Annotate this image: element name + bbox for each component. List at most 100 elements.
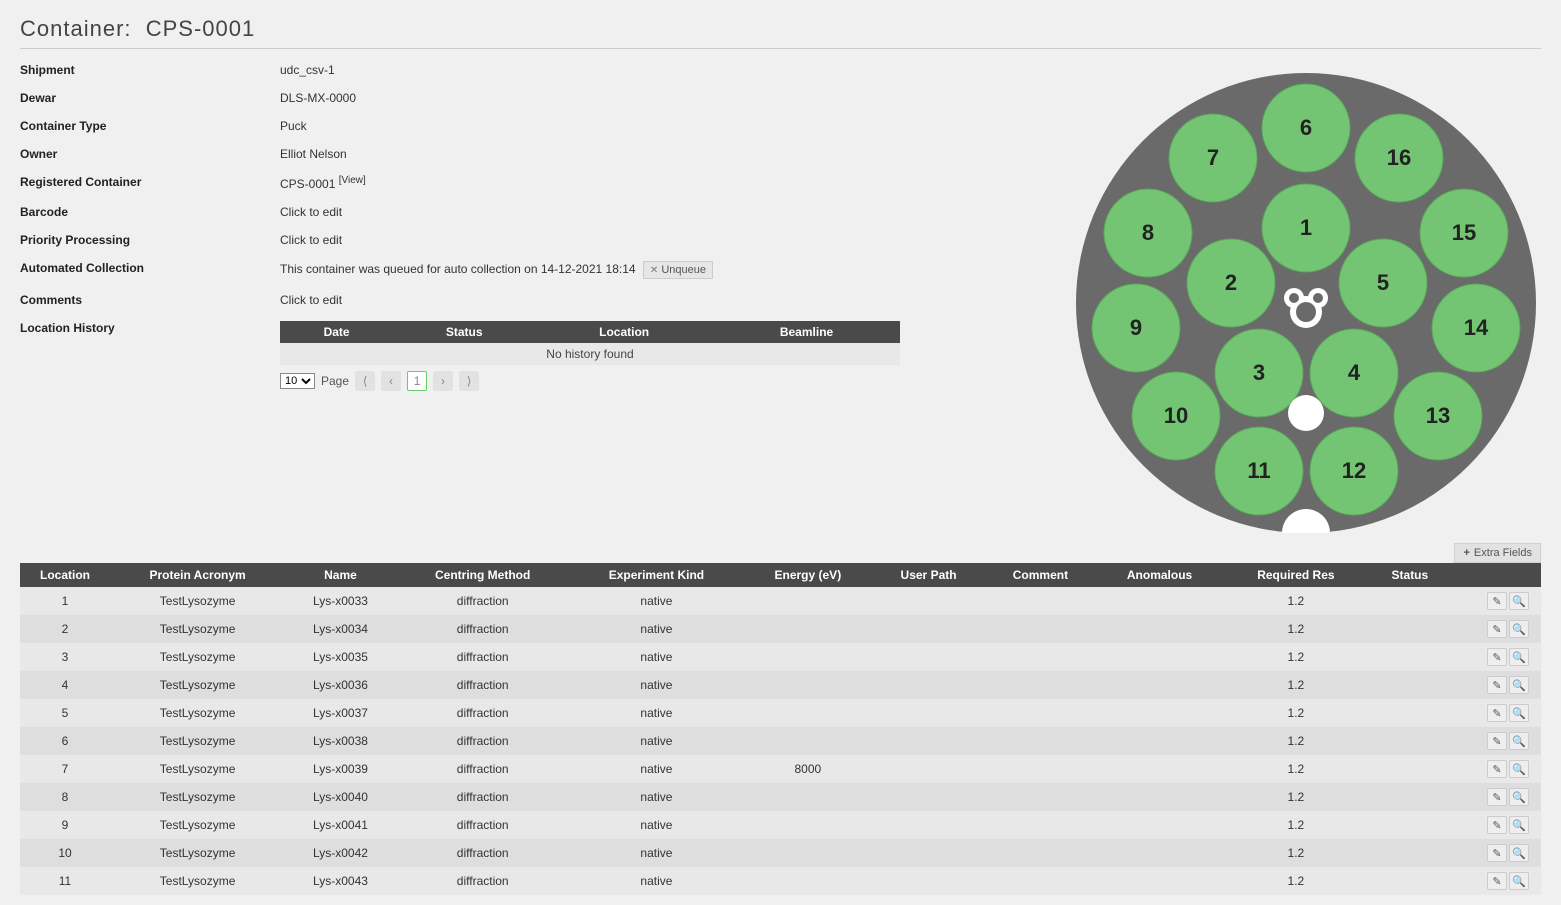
svg-text:6: 6 — [1300, 115, 1312, 140]
puck-well[interactable]: 11 — [1215, 427, 1303, 515]
pager-last-button[interactable]: ⟩ — [459, 371, 479, 391]
puck-well[interactable]: 14 — [1432, 284, 1520, 372]
puck-well[interactable]: 3 — [1215, 329, 1303, 417]
view-button[interactable]: 🔍 — [1509, 592, 1529, 610]
puck-well[interactable]: 13 — [1394, 372, 1482, 460]
table-cell: diffraction — [396, 699, 570, 727]
svg-text:15: 15 — [1452, 220, 1476, 245]
table-row[interactable]: 8TestLysozymeLys-x0040diffractionnative1… — [20, 783, 1541, 811]
edit-button[interactable]: ✎ — [1487, 620, 1507, 638]
table-cell — [1096, 783, 1223, 811]
value-shipment[interactable]: udc_csv-1 — [280, 63, 1051, 77]
table-cell — [743, 587, 872, 615]
actions-cell: ✎🔍 — [1451, 755, 1541, 783]
puck-well[interactable]: 10 — [1132, 372, 1220, 460]
view-button[interactable]: 🔍 — [1509, 788, 1529, 806]
puck-well[interactable]: 1 — [1262, 184, 1350, 272]
samples-header: Anomalous — [1096, 563, 1223, 587]
history-header: Beamline — [713, 321, 900, 343]
puck-well[interactable]: 2 — [1187, 239, 1275, 327]
edit-button[interactable]: ✎ — [1487, 592, 1507, 610]
puck-well[interactable]: 4 — [1310, 329, 1398, 417]
page-size-select[interactable]: 10 — [280, 373, 315, 389]
value-barcode[interactable]: Click to edit — [280, 205, 1051, 219]
table-row[interactable]: 9TestLysozymeLys-x0041diffractionnative1… — [20, 811, 1541, 839]
label-shipment: Shipment — [20, 63, 280, 77]
table-cell — [872, 783, 984, 811]
view-button[interactable]: 🔍 — [1509, 648, 1529, 666]
edit-button[interactable]: ✎ — [1487, 844, 1507, 862]
puck-well[interactable]: 7 — [1169, 114, 1257, 202]
samples-header: Energy (eV) — [743, 563, 872, 587]
puck-well[interactable]: 15 — [1420, 189, 1508, 277]
unqueue-button[interactable]: ✕Unqueue — [643, 261, 713, 279]
svg-text:2: 2 — [1225, 270, 1237, 295]
table-cell — [1369, 783, 1451, 811]
edit-button[interactable]: ✎ — [1487, 704, 1507, 722]
samples-header-actions — [1451, 563, 1541, 587]
search-icon: 🔍 — [1512, 819, 1526, 832]
table-cell: 9 — [20, 811, 110, 839]
pager-current-page[interactable]: 1 — [407, 371, 427, 391]
label-dewar: Dewar — [20, 91, 280, 105]
table-cell: diffraction — [396, 643, 570, 671]
edit-button[interactable]: ✎ — [1487, 760, 1507, 778]
edit-button[interactable]: ✎ — [1487, 676, 1507, 694]
pager-prev-button[interactable]: ‹ — [381, 371, 401, 391]
pager-first-button[interactable]: ⟨ — [355, 371, 375, 391]
value-comments[interactable]: Click to edit — [280, 293, 1051, 307]
label-location-history: Location History — [20, 321, 280, 335]
table-cell: TestLysozyme — [110, 867, 285, 895]
table-cell: 1.2 — [1223, 867, 1369, 895]
search-icon: 🔍 — [1512, 763, 1526, 776]
pager-next-button[interactable]: › — [433, 371, 453, 391]
page-title: Container: CPS-0001 — [20, 10, 1541, 49]
puck-well[interactable]: 16 — [1355, 114, 1443, 202]
table-cell: native — [570, 727, 744, 755]
puck-well[interactable]: 5 — [1339, 239, 1427, 327]
actions-cell: ✎🔍 — [1451, 699, 1541, 727]
puck-well[interactable]: 9 — [1092, 284, 1180, 372]
table-row[interactable]: 5TestLysozymeLys-x0037diffractionnative1… — [20, 699, 1541, 727]
table-cell: 5 — [20, 699, 110, 727]
value-priority[interactable]: Click to edit — [280, 233, 1051, 247]
table-cell — [985, 839, 1096, 867]
view-button[interactable]: 🔍 — [1509, 844, 1529, 862]
table-row[interactable]: 10TestLysozymeLys-x0042diffractionnative… — [20, 839, 1541, 867]
table-row[interactable]: 2TestLysozymeLys-x0034diffractionnative1… — [20, 615, 1541, 643]
edit-button[interactable]: ✎ — [1487, 648, 1507, 666]
edit-button[interactable]: ✎ — [1487, 732, 1507, 750]
table-row[interactable]: 1TestLysozymeLys-x0033diffractionnative1… — [20, 587, 1541, 615]
edit-button[interactable]: ✎ — [1487, 872, 1507, 890]
view-button[interactable]: 🔍 — [1509, 732, 1529, 750]
table-row[interactable]: 3TestLysozymeLys-x0035diffractionnative1… — [20, 643, 1541, 671]
table-cell — [1096, 839, 1223, 867]
view-button[interactable]: 🔍 — [1509, 704, 1529, 722]
table-row[interactable]: 6TestLysozymeLys-x0038diffractionnative1… — [20, 727, 1541, 755]
table-cell — [985, 587, 1096, 615]
table-row[interactable]: 11TestLysozymeLys-x0043diffractionnative… — [20, 867, 1541, 895]
puck-well[interactable]: 8 — [1104, 189, 1192, 277]
table-row[interactable]: 7TestLysozymeLys-x0039diffractionnative8… — [20, 755, 1541, 783]
edit-button[interactable]: ✎ — [1487, 788, 1507, 806]
view-button[interactable]: 🔍 — [1509, 620, 1529, 638]
history-header: Date — [280, 321, 393, 343]
pencil-icon: ✎ — [1492, 595, 1501, 608]
view-button[interactable]: 🔍 — [1509, 872, 1529, 890]
table-cell — [872, 643, 984, 671]
puck-well[interactable]: 12 — [1310, 427, 1398, 515]
view-link[interactable]: [View] — [339, 175, 366, 186]
view-button[interactable]: 🔍 — [1509, 676, 1529, 694]
table-row[interactable]: 4TestLysozymeLys-x0036diffractionnative1… — [20, 671, 1541, 699]
view-button[interactable]: 🔍 — [1509, 816, 1529, 834]
extra-fields-button[interactable]: +Extra Fields — [1454, 543, 1541, 563]
puck-well[interactable]: 6 — [1262, 84, 1350, 172]
value-dewar[interactable]: DLS-MX-0000 — [280, 91, 1051, 105]
plus-icon: + — [1463, 547, 1469, 559]
edit-button[interactable]: ✎ — [1487, 816, 1507, 834]
svg-text:3: 3 — [1253, 360, 1265, 385]
table-cell: native — [570, 671, 744, 699]
table-cell — [985, 699, 1096, 727]
table-cell: diffraction — [396, 671, 570, 699]
view-button[interactable]: 🔍 — [1509, 760, 1529, 778]
